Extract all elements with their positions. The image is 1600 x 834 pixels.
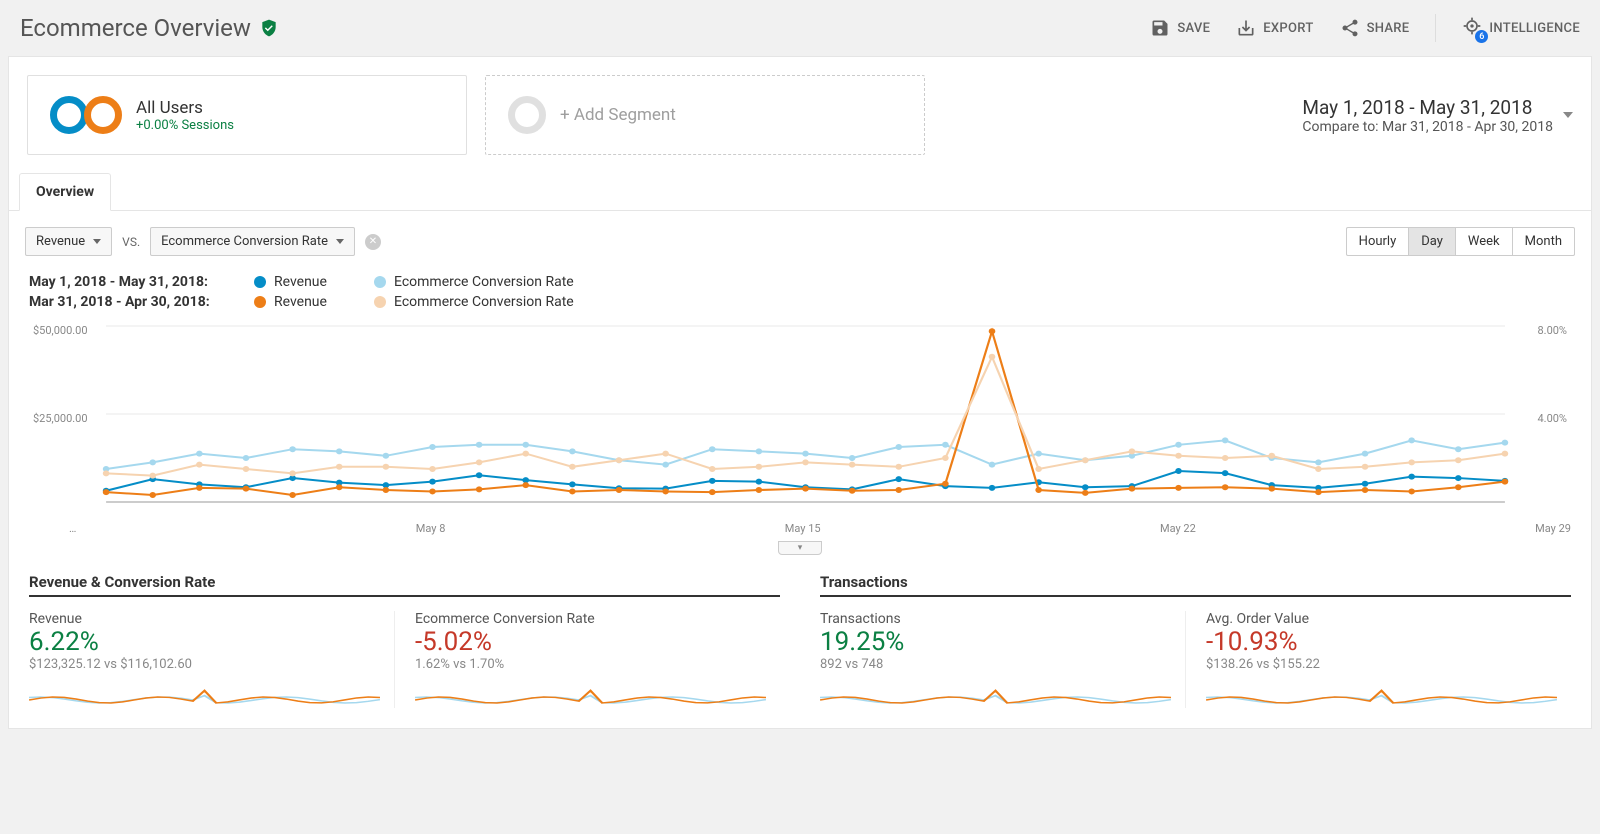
- xaxis-tick: …: [69, 522, 76, 535]
- metric-a-label: Revenue: [36, 234, 85, 249]
- metric-sparkline: [29, 680, 380, 708]
- metric-sparkline: [1206, 680, 1557, 708]
- xaxis-tick: May 15: [785, 522, 821, 535]
- metric-name: Transactions: [820, 611, 1171, 627]
- chart-expand-handle[interactable]: ▾: [9, 539, 1591, 569]
- segment-subtext: +0.00% Sessions: [136, 118, 234, 133]
- legend-range-previous: Mar 31, 2018 - Apr 30, 2018:: [29, 294, 244, 310]
- metric-detail: 892 vs 748: [820, 657, 1171, 672]
- date-range-compare: Compare to: Mar 31, 2018 - Apr 30, 2018: [1302, 119, 1553, 135]
- metrics-row: Revenue & Conversion Rate Revenue6.22%$1…: [9, 569, 1591, 728]
- share-label: SHARE: [1367, 21, 1410, 36]
- save-button[interactable]: SAVE: [1150, 18, 1210, 38]
- metric-sparkline: [415, 680, 766, 708]
- metric-percent: 19.25%: [820, 627, 1171, 657]
- share-icon: [1340, 18, 1360, 38]
- metric-card[interactable]: Ecommerce Conversion Rate-5.02%1.62% vs …: [415, 611, 780, 708]
- share-button[interactable]: SHARE: [1340, 18, 1410, 38]
- metric-group-title: Revenue & Conversion Rate: [29, 569, 780, 597]
- yaxis-left-tick: $50,000.00: [33, 324, 88, 337]
- add-segment-button[interactable]: + Add Segment: [485, 75, 925, 155]
- metric-percent: -10.93%: [1206, 627, 1557, 657]
- vs-label: VS.: [122, 235, 140, 249]
- xaxis-tick: May 8: [416, 522, 446, 535]
- granularity-hourly[interactable]: Hourly: [1347, 228, 1409, 255]
- segment-card-all-users[interactable]: All Users +0.00% Sessions: [27, 75, 467, 155]
- save-icon: [1150, 18, 1170, 38]
- tabs: Overview: [9, 173, 1591, 211]
- intelligence-label: INTELLIGENCE: [1489, 21, 1580, 36]
- metric-name: Avg. Order Value: [1206, 611, 1557, 627]
- export-button[interactable]: EXPORT: [1236, 18, 1313, 38]
- metric-detail: $123,325.12 vs $116,102.60: [29, 657, 380, 672]
- dropdown-caret-icon: [93, 239, 101, 244]
- intelligence-button[interactable]: 6 INTELLIGENCE: [1462, 16, 1580, 40]
- metric-b-label: Ecommerce Conversion Rate: [161, 234, 328, 249]
- metric-group-title: Transactions: [820, 569, 1571, 597]
- save-label: SAVE: [1177, 21, 1210, 36]
- granularity-month[interactable]: Month: [1512, 228, 1574, 255]
- metric-percent: -5.02%: [415, 627, 766, 657]
- page-header: Ecommerce Overview SAVE EXPORT SHARE 6 I…: [0, 0, 1600, 56]
- page-title-text: Ecommerce Overview: [20, 14, 251, 42]
- legend-range-current: May 1, 2018 - May 31, 2018:: [29, 274, 244, 290]
- xaxis-tick: May 29: [1535, 522, 1571, 535]
- xaxis-tick: May 22: [1160, 522, 1196, 535]
- legend-dot-icon: [374, 276, 386, 288]
- granularity-week[interactable]: Week: [1455, 228, 1512, 255]
- metric-name: Revenue: [29, 611, 380, 627]
- ring-placeholder-icon: [508, 96, 546, 134]
- date-range-primary: May 1, 2018 - May 31, 2018: [1302, 96, 1553, 119]
- export-icon: [1236, 18, 1256, 38]
- tab-overview[interactable]: Overview: [19, 173, 111, 211]
- metric-card[interactable]: Revenue6.22%$123,325.12 vs $116,102.60: [29, 611, 395, 708]
- yaxis-left-tick: $25,000.00: [33, 412, 88, 425]
- legend-dot-icon: [254, 276, 266, 288]
- metric-sparkline: [820, 680, 1171, 708]
- metric-detail: $138.26 vs $155.22: [1206, 657, 1557, 672]
- chart-controls: Revenue VS. Ecommerce Conversion Rate ✕ …: [9, 211, 1591, 272]
- segment-row: All Users +0.00% Sessions + Add Segment …: [9, 57, 1591, 173]
- dropdown-caret-icon: [336, 239, 344, 244]
- metric-a-selector[interactable]: Revenue: [25, 227, 112, 256]
- verified-shield-icon: [259, 18, 279, 38]
- chart-svg: [29, 320, 1571, 520]
- caret-down-icon: [1563, 112, 1573, 118]
- header-actions: SAVE EXPORT SHARE 6 INTELLIGENCE: [1150, 14, 1580, 42]
- metric-b-selector[interactable]: Ecommerce Conversion Rate: [150, 227, 355, 256]
- segment-rings-icon: [50, 96, 122, 134]
- chart-legend: May 1, 2018 - May 31, 2018: Revenue Ecom…: [9, 272, 1591, 320]
- page-title: Ecommerce Overview: [20, 14, 279, 42]
- export-label: EXPORT: [1263, 21, 1313, 36]
- metric-detail: 1.62% vs 1.70%: [415, 657, 766, 672]
- granularity-toggle: HourlyDayWeekMonth: [1346, 227, 1575, 256]
- metric-percent: 6.22%: [29, 627, 380, 657]
- main-panel: All Users +0.00% Sessions + Add Segment …: [8, 56, 1592, 729]
- metric-name: Ecommerce Conversion Rate: [415, 611, 766, 627]
- yaxis-right-tick: 8.00%: [1537, 324, 1567, 337]
- segment-title: All Users: [136, 98, 234, 118]
- divider: [1435, 14, 1436, 42]
- add-segment-label: + Add Segment: [560, 105, 676, 125]
- date-range-picker[interactable]: May 1, 2018 - May 31, 2018 Compare to: M…: [1302, 96, 1573, 135]
- legend-dot-icon: [374, 296, 386, 308]
- metric-card[interactable]: Transactions19.25%892 vs 748: [820, 611, 1186, 708]
- granularity-day[interactable]: Day: [1408, 228, 1455, 255]
- legend-dot-icon: [254, 296, 266, 308]
- main-chart[interactable]: $50,000.00 $25,000.00 8.00% 4.00%: [29, 320, 1571, 520]
- xaxis-ticks: … May 8 May 15 May 22 May 29: [9, 520, 1591, 539]
- intelligence-icon: 6: [1462, 16, 1482, 40]
- yaxis-right-tick: 4.00%: [1537, 412, 1567, 425]
- intelligence-badge: 6: [1475, 30, 1488, 43]
- clear-metric-b-button[interactable]: ✕: [365, 234, 381, 250]
- metric-card[interactable]: Avg. Order Value-10.93%$138.26 vs $155.2…: [1206, 611, 1571, 708]
